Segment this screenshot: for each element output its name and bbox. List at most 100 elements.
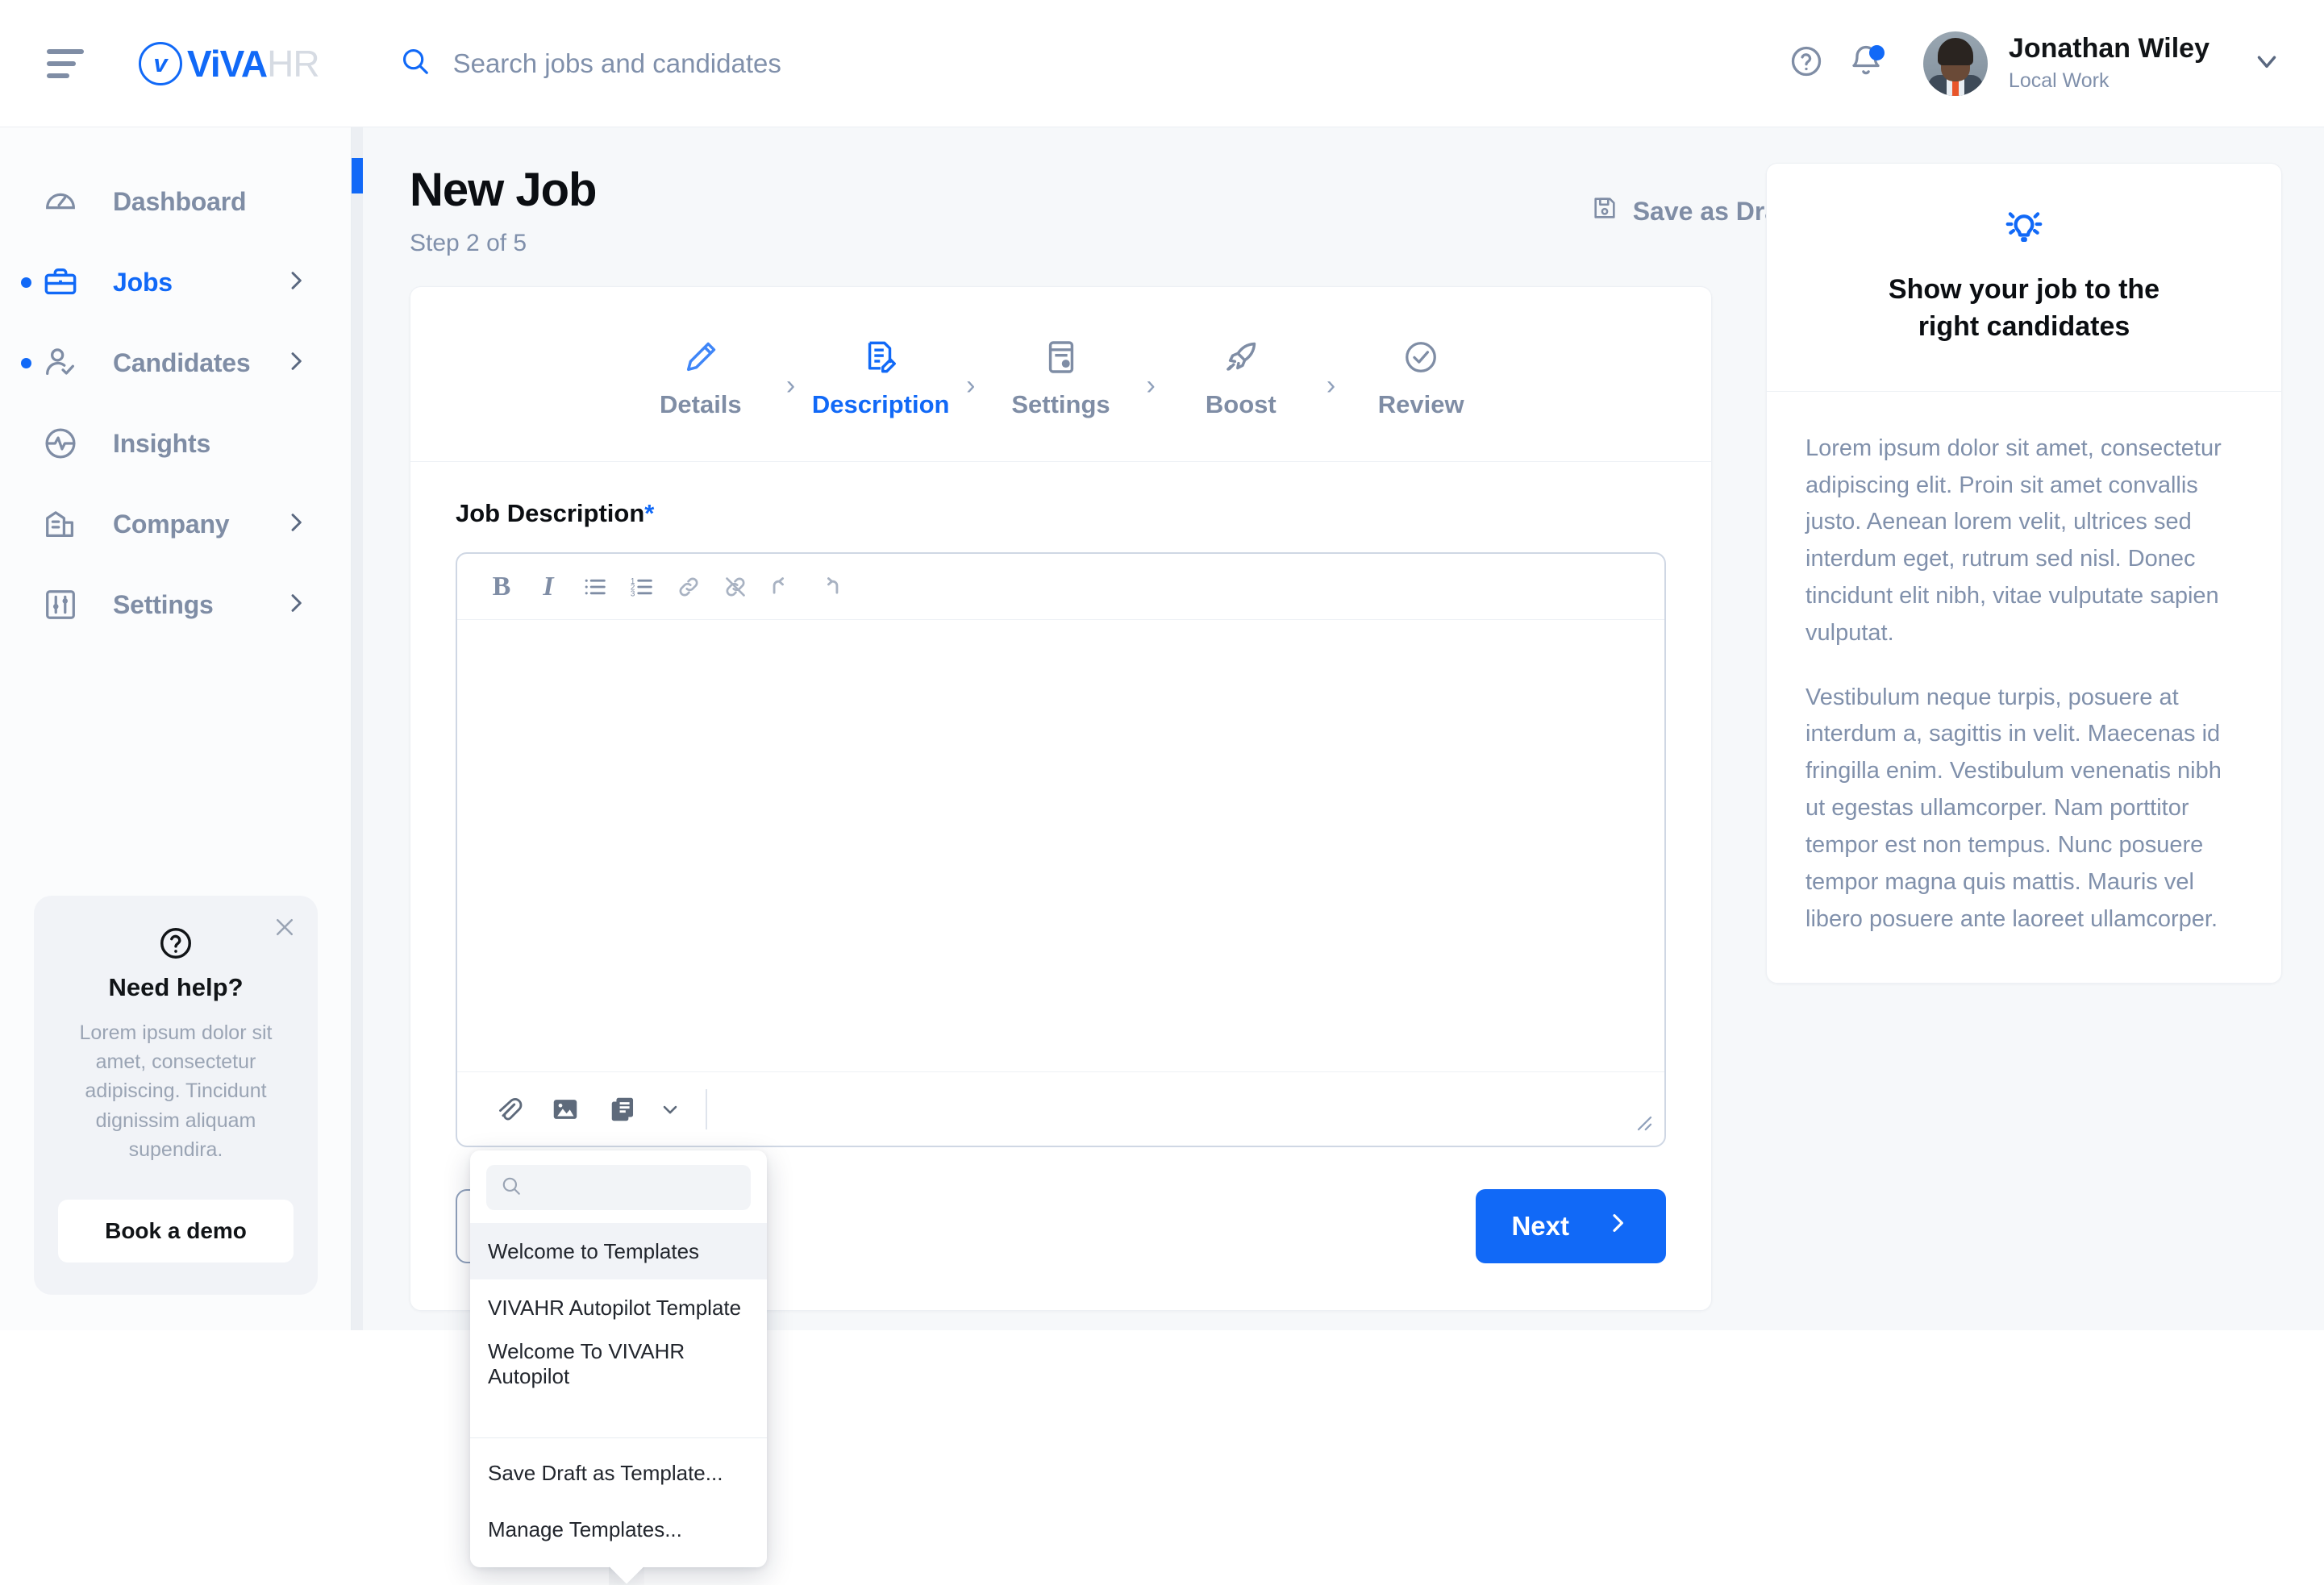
book-a-demo-button[interactable]: Book a demo [58,1200,294,1263]
step-boost[interactable]: Boost [1160,332,1322,419]
numbered-list-icon[interactable]: 123 [618,564,665,610]
next-button[interactable]: Next [1476,1189,1666,1263]
manage-templates-item[interactable]: Manage Templates... [470,1501,767,1558]
app-logo[interactable]: v ViVA HR [139,42,319,85]
user-org: Local Work [2009,68,2209,94]
sidebar-item-label: Insights [113,429,210,459]
sidebar-nav: Dashboard Jobs Candidates [0,127,351,645]
briefcase-icon [42,264,87,301]
sidebar-item-label: Company [113,510,229,539]
help-button[interactable] [1776,34,1836,94]
step-label: Review [1378,390,1464,419]
page-header-titles: New Job Step 2 of 5 [410,163,597,257]
user-menu-toggle[interactable] [2251,46,2282,81]
undo-icon[interactable] [759,564,806,610]
step-review[interactable]: Review [1340,332,1501,419]
chevron-right-icon [283,590,309,620]
templates-dropdown-divider [470,1437,767,1438]
user-check-icon [42,344,87,381]
user-name: Jonathan Wiley [2009,33,2209,64]
sidebar-item-dashboard[interactable]: Dashboard [0,161,351,242]
job-description-textarea[interactable] [457,620,1664,1071]
avatar-tie [1952,80,1959,96]
avatar[interactable] [1923,31,1988,96]
templates-dropdown-item[interactable]: Welcome To VIVAHR Autopilot [470,1336,767,1392]
lightbulb-icon [1815,206,2233,249]
page-scrollbar-track[interactable] [352,127,363,1330]
templates-dropdown-item[interactable]: Welcome to Templates [470,1223,767,1279]
link-icon[interactable] [665,564,712,610]
page-scrollbar-thumb[interactable] [352,158,363,193]
chevron-right-icon [283,348,309,378]
sidebar-item-insights[interactable]: Insights [0,403,351,484]
chevron-right-icon [283,510,309,539]
step-details[interactable]: Details [620,332,781,419]
step-separator-icon: › [961,370,980,401]
templates-search[interactable] [486,1165,751,1210]
settings-card-icon [1043,332,1080,376]
notifications-button[interactable] [1836,34,1896,94]
sidebar-item-label: Settings [113,590,214,620]
required-marker: * [644,499,654,527]
menu-toggle-icon[interactable] [47,49,84,78]
save-draft-as-template-item[interactable]: Save Draft as Template... [470,1445,767,1501]
templates-search-input[interactable] [533,1176,736,1199]
global-search[interactable] [400,46,1776,81]
close-icon[interactable] [273,915,297,943]
logo-mark-letter: v [153,51,167,76]
step-description[interactable]: Description [800,332,961,419]
help-card-body: Lorem ipsum dolor sit amet, consectetur … [58,1018,294,1164]
chevron-down-icon[interactable] [652,1098,688,1121]
tips-paragraph: Lorem ipsum dolor sit amet, consectetur … [1805,431,2243,652]
step-label: Description [812,390,950,419]
step-label: Details [660,390,742,419]
building-icon [42,505,87,543]
pencil-icon [682,332,719,376]
tips-paragraph: Vestibulum neque turpis, posuere at inte… [1805,680,2243,938]
tips-panel-header: Show your job to the right candidates [1767,164,2281,392]
avatar-hair [1938,38,1973,65]
logo-text-secondary: HR [267,42,319,85]
job-description-label-text: Job Description [456,499,644,527]
image-icon[interactable] [536,1084,594,1134]
editor-toolbar: B I 123 [457,554,1664,620]
redo-icon[interactable] [806,564,852,610]
help-card-title: Need help? [58,973,294,1002]
editor-footer-toolbar [457,1071,1664,1146]
sidebar-item-company[interactable]: Company [0,484,351,564]
bold-icon[interactable]: B [478,564,525,610]
help-card: Need help? Lorem ipsum dolor sit amet, c… [34,896,318,1295]
sidebar-item-jobs[interactable]: Jobs [0,242,351,322]
templates-dropdown: Welcome to Templates VIVAHR Autopilot Te… [470,1150,767,1567]
check-circle-icon [1402,332,1439,376]
job-description-editor: B I 123 [456,552,1666,1147]
resize-handle-icon[interactable] [1631,1109,1655,1138]
step-separator-icon: › [1322,370,1340,401]
templates-icon[interactable] [594,1084,652,1134]
unlink-icon[interactable] [712,564,759,610]
step-settings[interactable]: Settings [981,332,1142,419]
attachment-icon[interactable] [478,1084,536,1134]
tips-panel-title: Show your job to the right candidates [1815,272,2233,346]
wizard-steps: Details › Description › Settings › [410,287,1711,462]
italic-icon[interactable]: I [525,564,572,610]
sidebar-item-dot [21,277,31,288]
logo-mark-icon: v [139,42,182,85]
sliders-icon [42,586,87,623]
templates-dropdown-item[interactable]: VIVAHR Autopilot Template [470,1279,767,1336]
sidebar-item-candidates[interactable]: Candidates [0,322,351,403]
search-input[interactable] [453,48,1179,79]
hamburger-line [47,61,76,66]
sidebar-item-dot [21,358,31,368]
user-info[interactable]: Jonathan Wiley Local Work [2009,33,2209,94]
sidebar-item-settings[interactable]: Settings [0,564,351,645]
chevron-down-icon [2251,66,2282,80]
search-icon [501,1175,522,1200]
step-separator-icon: › [781,370,800,401]
page-step-indicator: Step 2 of 5 [410,230,597,257]
templates-search-wrap [470,1165,767,1223]
pulse-icon [42,425,87,462]
chevron-right-icon [283,268,309,297]
italic-glyph: I [543,572,553,602]
bullet-list-icon[interactable] [572,564,618,610]
